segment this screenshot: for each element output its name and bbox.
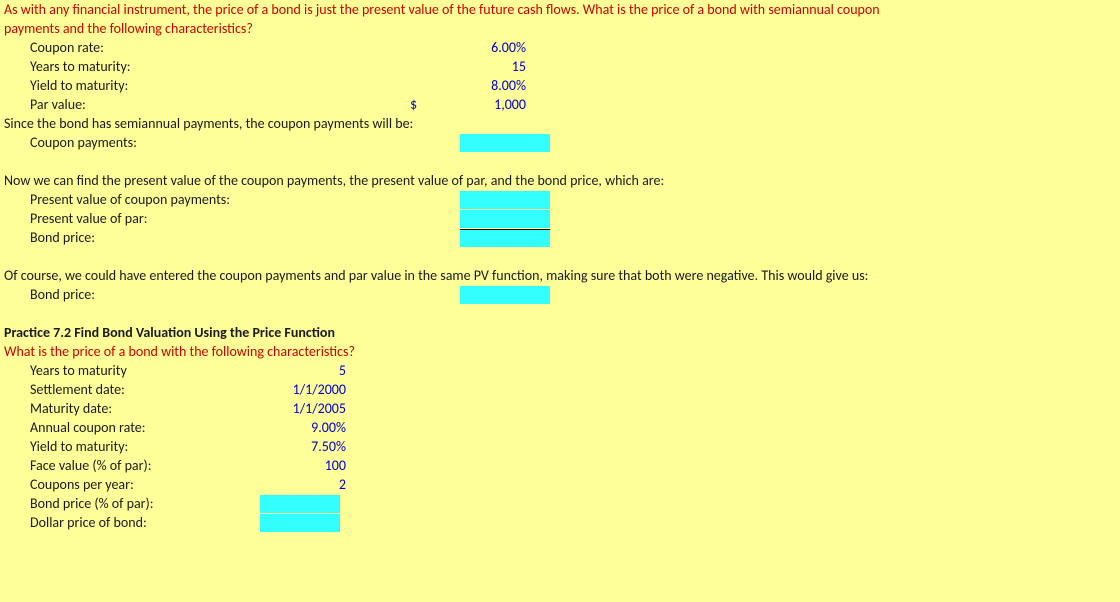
row-ytm: Yield to maturity: 8.00% [0, 76, 1120, 95]
value2-face[interactable]: 100 [260, 456, 350, 476]
row-years: Years to maturity: 15 [0, 57, 1120, 76]
label-ytm: Yield to maturity: [30, 76, 370, 96]
input-pv-par[interactable] [460, 210, 550, 228]
now-text: Now we can find the present value of the… [0, 171, 1100, 191]
row2-face: Face value (% of par): 100 [0, 456, 1120, 475]
since-text: Since the bond has semiannual payments, … [0, 114, 1100, 134]
section2-heading: Practice 7.2 Find Bond Valuation Using t… [0, 323, 1120, 342]
par-currency: $ [370, 95, 460, 115]
row-bond-price2: Bond price: [0, 285, 1120, 304]
of-course-text: Of course, we could have entered the cou… [0, 266, 1100, 286]
value-coupon-rate[interactable]: 6.00% [460, 38, 530, 58]
row-coupon-rate: Coupon rate: 6.00% [0, 38, 1120, 57]
row2-coupon: Annual coupon rate: 9.00% [0, 418, 1120, 437]
value2-maturity[interactable]: 1/1/2005 [260, 399, 350, 419]
row2-years: Years to maturity 5 [0, 361, 1120, 380]
value2-years[interactable]: 5 [260, 361, 350, 381]
label-years: Years to maturity: [30, 57, 370, 77]
value2-ytm[interactable]: 7.50% [260, 437, 350, 457]
label2-maturity: Maturity date: [30, 399, 260, 419]
label-pv-coupon: Present value of coupon payments: [30, 190, 370, 210]
label2-ytm: Yield to maturity: [30, 437, 260, 457]
row-coupon-payments: Coupon payments: [0, 133, 1120, 152]
row-pv-par: Present value of par: [0, 209, 1120, 228]
value2-settle[interactable]: 1/1/2000 [260, 380, 350, 400]
question-text: What is the price of a bond with the fol… [0, 342, 1100, 362]
label-par: Par value: [30, 95, 370, 115]
value-years[interactable]: 15 [460, 57, 530, 77]
label-coupon-rate: Coupon rate: [30, 38, 370, 58]
input2-dollar[interactable] [260, 514, 340, 532]
row2-ytm: Yield to maturity: 7.50% [0, 437, 1120, 456]
row2-settle: Settlement date: 1/1/2000 [0, 380, 1120, 399]
worksheet: { "intro1": "As with any financial instr… [0, 0, 1120, 602]
value2-cpy[interactable]: 2 [260, 475, 350, 495]
row-bond-price: Bond price: [0, 228, 1120, 247]
label-bond-price: Bond price: [30, 228, 370, 248]
input2-bp-pct[interactable] [260, 495, 340, 513]
label-coupon-payments: Coupon payments: [30, 133, 370, 153]
row2-cpy: Coupons per year: 2 [0, 475, 1120, 494]
intro-text-2: payments and the following characteristi… [0, 19, 1100, 39]
intro-text-1: As with any financial instrument, the pr… [0, 0, 1100, 19]
row-par: Par value: $ 1,000 [0, 95, 1120, 114]
label2-coupon: Annual coupon rate: [30, 418, 260, 438]
input-coupon-payments[interactable] [460, 134, 550, 152]
heading-text: Practice 7.2 Find Bond Valuation Using t… [0, 323, 1100, 343]
row2-dollar: Dollar price of bond: [0, 513, 1120, 532]
row-pv-coupon: Present value of coupon payments: [0, 190, 1120, 209]
label-pv-par: Present value of par: [30, 209, 370, 229]
section2-question: What is the price of a bond with the fol… [0, 342, 1120, 361]
input-bond-price[interactable] [460, 229, 550, 247]
label2-years: Years to maturity [30, 361, 260, 381]
value-par[interactable]: 1,000 [460, 95, 530, 115]
value-ytm[interactable]: 8.00% [460, 76, 530, 96]
input-pv-coupon[interactable] [460, 191, 550, 209]
label2-cpy: Coupons per year: [30, 475, 260, 495]
of-course-line: Of course, we could have entered the cou… [0, 266, 1120, 285]
value2-coupon[interactable]: 9.00% [260, 418, 350, 438]
label2-bp-pct: Bond price (% of par): [30, 494, 260, 514]
since-line: Since the bond has semiannual payments, … [0, 114, 1120, 133]
intro-line-2: payments and the following characteristi… [0, 19, 1120, 38]
row2-maturity: Maturity date: 1/1/2005 [0, 399, 1120, 418]
label2-face: Face value (% of par): [30, 456, 260, 476]
label-bond-price2: Bond price: [30, 285, 370, 305]
input-bond-price2[interactable] [460, 286, 550, 304]
now-line: Now we can find the present value of the… [0, 171, 1120, 190]
intro-line-1: As with any financial instrument, the pr… [0, 0, 1120, 19]
label2-dollar: Dollar price of bond: [30, 513, 260, 533]
row2-bp-pct: Bond price (% of par): [0, 494, 1120, 513]
label2-settle: Settlement date: [30, 380, 260, 400]
